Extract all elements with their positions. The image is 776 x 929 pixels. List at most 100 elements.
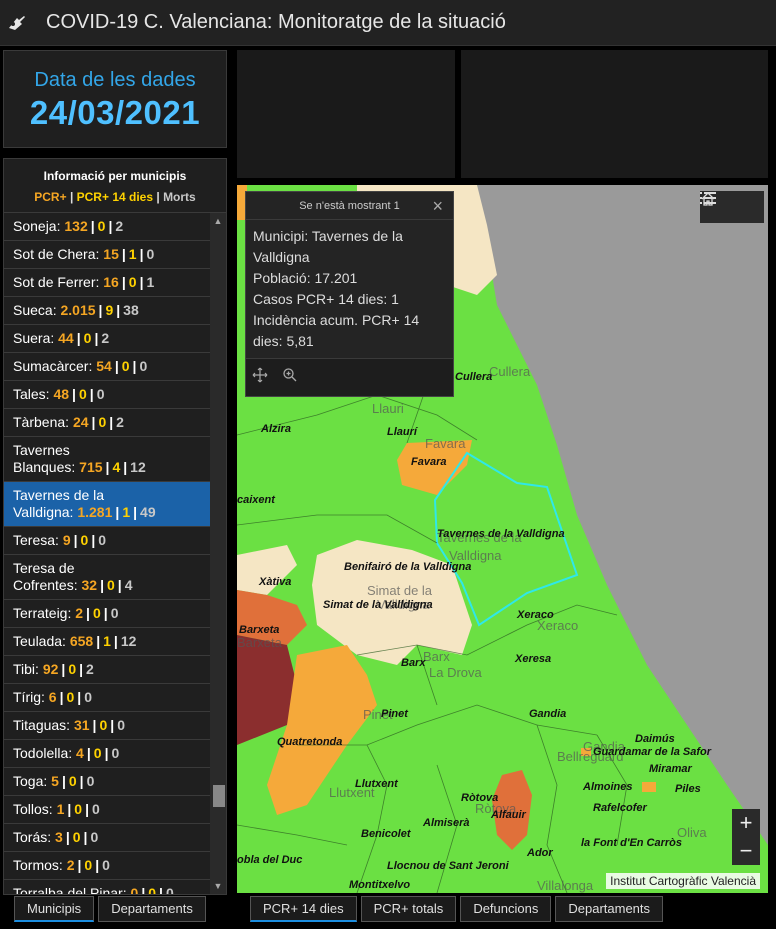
pan-to-icon[interactable]: [252, 367, 268, 388]
pcr14-value: 0: [128, 274, 137, 290]
separator: |: [59, 689, 64, 705]
municipality-row[interactable]: Torás: 3 | 0 | 0: [4, 824, 212, 852]
separator: |: [139, 246, 144, 262]
municipality-name: Torás:: [13, 829, 52, 845]
municipality-row[interactable]: Teresa: 9 | 0 | 0: [4, 527, 212, 555]
municipality-row[interactable]: Titaguas: 31 | 0 | 0: [4, 712, 212, 740]
tab-pcr14[interactable]: PCR+ 14 dies: [250, 896, 357, 922]
legend-list-icon[interactable]: [700, 191, 764, 223]
zoom-in-button[interactable]: +: [732, 809, 760, 837]
municipality-list-panel: Informació per municipis PCR+ | PCR+ 14 …: [3, 158, 227, 895]
map-label: Simat de la Valldigna: [323, 599, 433, 611]
separator: |: [132, 358, 137, 374]
list-scrollbar[interactable]: ▲ ▼: [210, 213, 226, 894]
scroll-down-icon[interactable]: ▼: [210, 878, 226, 894]
separator: |: [79, 773, 84, 789]
separator: |: [89, 386, 94, 402]
municipality-row[interactable]: Sumacàrcer: 54 | 0 | 0: [4, 353, 212, 381]
municipality-name: Torralba del Pinar:: [13, 885, 127, 894]
municipality-name: Tales:: [13, 386, 50, 402]
pcr-value: 32: [81, 577, 98, 593]
tab-defuncions[interactable]: Defuncions: [460, 896, 552, 922]
popup-line: Població: 17.201: [253, 270, 358, 286]
map-label: Xeresa: [514, 653, 551, 665]
map-attribution: Institut Cartogràfic Valencià: [606, 873, 760, 889]
map-label: Daimús: [635, 733, 675, 745]
map-label: Barxeta: [239, 624, 279, 636]
morts-value: 38: [123, 302, 139, 318]
municipality-row[interactable]: Tormos: 2 | 0 | 0: [4, 852, 212, 880]
morts-value: 4: [124, 577, 133, 593]
municipality-name: Titaguas:: [13, 717, 71, 733]
map-label: Benifairó de la Valldigna: [344, 561, 471, 573]
separator: |: [67, 801, 72, 817]
map-label: Almiserà: [422, 817, 469, 829]
tab-departaments-map[interactable]: Departaments: [555, 896, 664, 922]
pcr-value: 4: [76, 745, 84, 761]
scroll-thumb[interactable]: [213, 785, 225, 807]
municipality-name: Soneja:: [13, 218, 61, 234]
scroll-up-icon[interactable]: ▲: [210, 213, 226, 229]
municipality-name: Teresa:: [13, 532, 59, 548]
tab-pcr-totals[interactable]: PCR+ totals: [360, 896, 457, 922]
municipality-row[interactable]: Sueca: 2.015 | 9 | 38: [4, 297, 212, 325]
municipality-name: Tormos:: [13, 857, 63, 873]
separator: |: [61, 773, 66, 789]
zoom-out-button[interactable]: −: [732, 837, 760, 865]
municipality-row[interactable]: Todolella: 4 | 0 | 0: [4, 740, 212, 768]
municipality-row[interactable]: Torralba del Pinar: 0 | 0 | 0: [4, 880, 212, 894]
morts-value: 2: [86, 661, 94, 677]
municipality-row[interactable]: Toga: 5 | 0 | 0: [4, 768, 212, 796]
morts-value: 0: [117, 717, 125, 733]
legend-separator: |: [69, 190, 74, 204]
municipality-row[interactable]: Tírig: 6 | 0 | 0: [4, 684, 212, 712]
map-label: Ròtova: [461, 792, 498, 804]
municipality-name: Sumacàrcer:: [13, 358, 93, 374]
pcr14-value: 9: [105, 302, 114, 318]
map-label-faint: Favara: [425, 436, 466, 451]
pcr14-value: 4: [112, 459, 121, 475]
municipality-row[interactable]: Tibi: 92 | 0 | 2: [4, 656, 212, 684]
municipality-row[interactable]: Tavernes de la Valldigna: 1.281 | 1 | 49: [4, 482, 212, 527]
map-label: la Font d'En Carròs: [581, 837, 682, 849]
separator: |: [77, 857, 82, 873]
list-title: Informació per municipis: [43, 169, 187, 183]
map-label: Favara: [411, 456, 446, 468]
map-label: obla del Duc: [237, 854, 302, 866]
municipality-row[interactable]: Tales: 48 | 0 | 0: [4, 381, 212, 409]
map-label: caixent: [237, 494, 276, 506]
pcr-value: 3: [55, 829, 63, 845]
separator: |: [110, 717, 115, 733]
tab-departaments-list[interactable]: Departaments: [98, 896, 206, 922]
municipality-row[interactable]: Suera: 44 | 0 | 2: [4, 325, 212, 353]
pcr-value: 1.281: [77, 504, 113, 520]
zoom-to-icon[interactable]: [282, 367, 298, 388]
municipality-list[interactable]: Soneja: 132 | 0 | 2 Sot de Chera: 15 | 1 | 0 Sot d…: [4, 213, 212, 894]
pcr14-value: 0: [84, 857, 93, 873]
info-popup: Se n'està mostrant 1 × Municipi: Taverne…: [245, 191, 454, 397]
pcr-value: 15: [103, 246, 119, 262]
tab-municipis[interactable]: Municipis: [14, 896, 95, 922]
municipality-row[interactable]: Sot de Chera: 15 | 1 | 0: [4, 241, 212, 269]
separator: |: [91, 414, 96, 430]
separator: |: [86, 605, 90, 621]
separator: |: [72, 386, 76, 402]
separator: |: [86, 745, 91, 761]
municipality-row[interactable]: Teulada: 658 | 1 | 12: [4, 628, 212, 656]
date-panel: Data de les dades 24/03/2021: [3, 50, 227, 148]
map-label: Xeraco: [516, 609, 554, 621]
municipality-name: Tírig:: [13, 689, 45, 705]
municipality-row[interactable]: Teresa de Cofrentes: 32 | 0 | 4: [4, 555, 212, 600]
municipality-row[interactable]: Terrateig: 2 | 0 | 0: [4, 600, 212, 628]
municipality-row[interactable]: Tollos: 1 | 0 | 0: [4, 796, 212, 824]
pcr14-value: 1: [103, 633, 111, 649]
municipality-row[interactable]: Tavernes Blanques: 715 | 4 | 12: [4, 437, 212, 482]
municipality-row[interactable]: Sot de Ferrer: 16 | 0 | 1: [4, 269, 212, 297]
municipality-row[interactable]: Soneja: 132 | 0 | 2: [4, 213, 212, 241]
municipality-row[interactable]: Tàrbena: 24 | 0 | 2: [4, 409, 212, 437]
date-label: Data de les dades: [34, 69, 196, 91]
close-icon[interactable]: ×: [432, 196, 443, 217]
map-label: Cullera: [455, 371, 492, 383]
map-label-faint: Simat de la: [367, 583, 433, 598]
pcr-value: 24: [72, 414, 89, 430]
